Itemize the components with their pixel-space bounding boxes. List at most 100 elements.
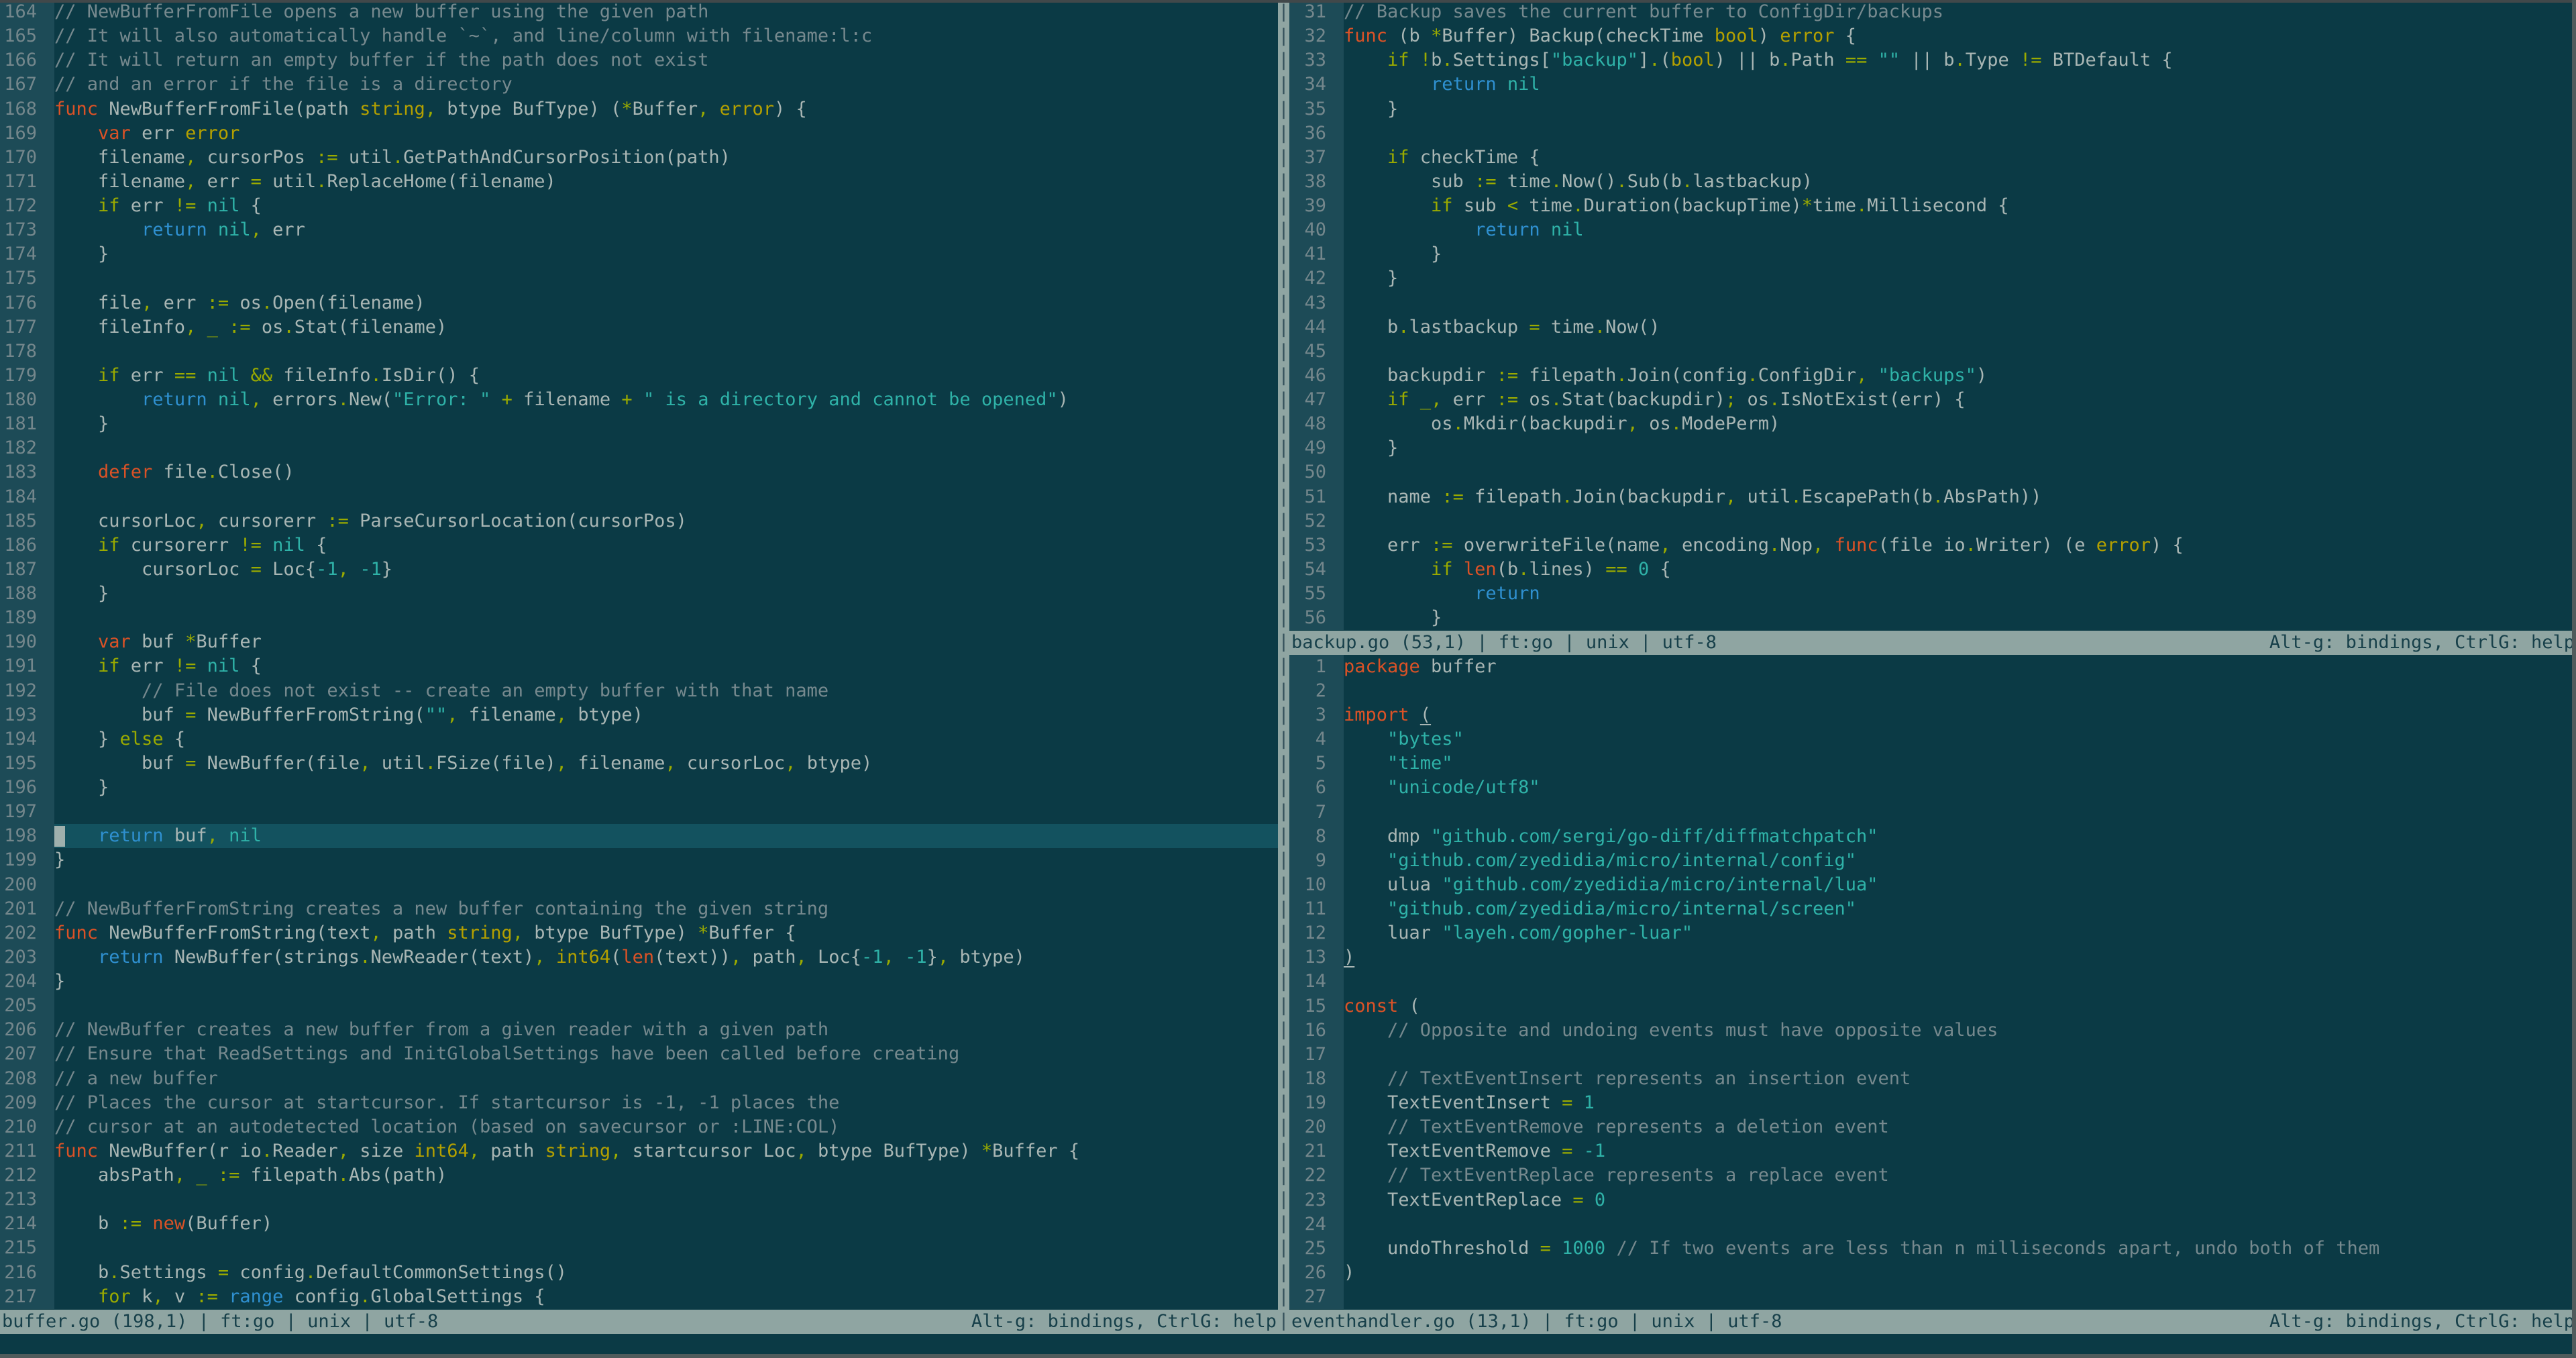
code-line[interactable]: 174 } — [0, 242, 1278, 267]
code-line[interactable]: 52 — [1289, 509, 2576, 533]
code-line[interactable]: 32 func (b *Buffer) Backup(checkTime bool… — [1289, 24, 2576, 49]
code-line[interactable]: 17 — [1289, 1042, 2576, 1067]
code-line[interactable]: 1 package buffer — [1289, 654, 2576, 679]
code-line[interactable]: 215 — [0, 1236, 1278, 1261]
code-line[interactable]: 20 // TextEventRemove represents a delet… — [1289, 1115, 2576, 1140]
code-line[interactable]: 184 — [0, 484, 1278, 509]
code-line[interactable]: 4 "bytes" — [1289, 727, 2576, 752]
code-line[interactable]: 34 return nil — [1289, 72, 2576, 97]
code-line[interactable]: 25 undoThreshold = 1000 // If two events… — [1289, 1236, 2576, 1261]
code-line[interactable]: 189 — [0, 606, 1278, 631]
editor-pane-buffer-go[interactable]: 164// NewBufferFromFile opens a new buff… — [0, 0, 1278, 1310]
code-line[interactable]: 177 fileInfo, _ := os.Stat(filename) — [0, 315, 1278, 340]
code-line[interactable]: 175 — [0, 266, 1278, 291]
code-line[interactable]: 37 if checkTime { — [1289, 145, 2576, 170]
code-line[interactable]: 199} — [0, 848, 1278, 873]
split-divider[interactable]: | | | | | | | | | | | | | | | | | | | | | | | | | | | | | | | | | | | | | | | |… — [1278, 0, 1289, 1334]
code-line[interactable]: 35 } — [1289, 97, 2576, 121]
code-line[interactable]: 6 "unicode/utf8" — [1289, 776, 2576, 800]
code-line[interactable]: 3 import ( — [1289, 703, 2576, 728]
code-line[interactable]: 51 name := filepath.Join(backupdir, util… — [1289, 484, 2576, 509]
code-line[interactable]: 48 os.Mkdir(backupdir, os.ModePerm) — [1289, 412, 2576, 437]
code-line[interactable]: 9 "github.com/zyedidia/micro/internal/co… — [1289, 848, 2576, 873]
code-line[interactable]: 193 buf = NewBufferFromString("", filena… — [0, 702, 1278, 727]
code-line[interactable]: 18 // TextEventInsert represents an inse… — [1289, 1066, 2576, 1092]
editor-pane-eventhandler-go[interactable]: 1 package buffer 2 3 import (4 "bytes" 5 "tim… — [1289, 654, 2576, 1310]
code-line[interactable]: 170 filename, cursorPos := util.GetPathA… — [0, 145, 1278, 170]
code-line[interactable]: 5 "time" — [1289, 751, 2576, 776]
code-line[interactable]: 27 — [1289, 1285, 2576, 1310]
code-line[interactable]: 47 if _, err := os.Stat(backupdir); os.I… — [1289, 388, 2576, 413]
code-line[interactable]: 38 sub := time.Now().Sub(b.lastbackup) — [1289, 169, 2576, 194]
code-line[interactable]: 211 func NewBuffer(r io.Reader, size int6… — [0, 1139, 1278, 1163]
code-line[interactable]: 188 } — [0, 582, 1278, 607]
code-line[interactable]: 202 func NewBufferFromString(text, path s… — [0, 921, 1278, 945]
code-line[interactable]: 22 // TextEventReplace represents a repl… — [1289, 1163, 2576, 1188]
code-line[interactable]: 13) — [1289, 945, 2576, 970]
code-line[interactable]: 185 cursorLoc, cursorerr := ParseCursorL… — [0, 509, 1278, 533]
code-line[interactable]: 212 absPath, _ := filepath.Abs(path) — [0, 1163, 1278, 1188]
code-line[interactable]: 169 var err error — [0, 121, 1278, 146]
code-line[interactable]: 205 — [0, 994, 1278, 1018]
code-line[interactable]: 206// NewBuffer creates a new buffer fro… — [0, 1018, 1278, 1043]
code-line[interactable]: 39 if sub < time.Duration(backupTime)*ti… — [1289, 194, 2576, 219]
code-line[interactable]: 210// cursor at an autodetected location… — [0, 1114, 1278, 1139]
code-line[interactable]: 165// It will also automatically handle … — [0, 24, 1278, 49]
code-line[interactable]: 40 return nil — [1289, 218, 2576, 243]
code-line[interactable]: 11 "github.com/zyedidia/micro/internal/s… — [1289, 897, 2576, 922]
code-line[interactable]: 171 filename, err = util.ReplaceHome(fil… — [0, 169, 1278, 194]
code-line[interactable]: 200 — [0, 872, 1278, 897]
code-line[interactable]: 12 luar "layeh.com/gopher-luar" — [1289, 921, 2576, 946]
code-line[interactable]: 183 defer file.Close() — [0, 460, 1278, 485]
code-line[interactable]: 203 return NewBuffer(strings.NewReader(t… — [0, 945, 1278, 970]
code-line[interactable]: 19 TextEventInsert = 1 — [1289, 1091, 2576, 1116]
code-line[interactable]: 217 for k, v := range config.GlobalSetti… — [0, 1284, 1278, 1309]
code-line[interactable]: 56 } — [1289, 606, 2576, 631]
code-line[interactable]: 49 } — [1289, 436, 2576, 461]
code-line[interactable]: 53 err := overwriteFile(name, encoding.N… — [1289, 533, 2576, 558]
code-line[interactable]: 2 — [1289, 678, 2576, 704]
code-line[interactable]: 173 return nil, err — [0, 218, 1278, 243]
code-line[interactable]: 213 — [0, 1188, 1278, 1212]
code-line[interactable]: 187 cursorLoc = Loc{-1, -1} — [0, 557, 1278, 582]
code-line[interactable]: 41 } — [1289, 242, 2576, 267]
code-line[interactable]: 168 func NewBufferFromFile(path string, b… — [0, 97, 1278, 121]
code-line[interactable]: 192 // File does not exist -- create an … — [0, 678, 1278, 703]
code-line[interactable]: 15 const ( — [1289, 994, 2576, 1018]
code-line[interactable]: 186 if cursorerr != nil { — [0, 533, 1278, 558]
code-line[interactable]: 54 if len(b.lines) == 0 { — [1289, 557, 2576, 582]
code-line[interactable]: 195 buf = NewBuffer(file, util.FSize(fil… — [0, 751, 1278, 776]
code-line[interactable]: 14 — [1289, 970, 2576, 994]
code-line[interactable]: 181 } — [0, 412, 1278, 437]
code-line[interactable]: 204} — [0, 970, 1278, 994]
code-line[interactable]: 190 var buf *Buffer — [0, 630, 1278, 655]
code-line[interactable]: 196 } — [0, 776, 1278, 800]
code-line[interactable]: 166// It will return an empty buffer if … — [0, 48, 1278, 73]
code-line[interactable]: 208// a new buffer — [0, 1066, 1278, 1091]
code-line[interactable]: 198 return buf, nil — [0, 824, 1278, 849]
code-line[interactable]: 45 — [1289, 339, 2576, 364]
code-line[interactable]: 207// Ensure that ReadSettings and InitG… — [0, 1042, 1278, 1067]
code-line[interactable]: 172 if err != nil { — [0, 194, 1278, 219]
code-line[interactable]: 16 // Opposite and undoing events must h… — [1289, 1018, 2576, 1043]
code-line[interactable]: 167// and an error if the file is a dire… — [0, 72, 1278, 97]
code-line[interactable]: 178 — [0, 339, 1278, 364]
code-line[interactable]: 42 } — [1289, 266, 2576, 291]
code-line[interactable]: 26) — [1289, 1260, 2576, 1286]
code-line[interactable]: 191 if err != nil { — [0, 654, 1278, 679]
code-line[interactable]: 201// NewBufferFromString creates a new … — [0, 896, 1278, 921]
code-line[interactable]: 23 TextEventReplace = 0 — [1289, 1188, 2576, 1212]
code-line[interactable]: 194 } else { — [0, 727, 1278, 751]
code-line[interactable]: 8 dmp "github.com/sergi/go-diff/diffmatc… — [1289, 824, 2576, 849]
code-line[interactable]: 176 file, err := os.Open(filename) — [0, 291, 1278, 315]
code-line[interactable]: 180 return nil, errors.New("Error: " + f… — [0, 388, 1278, 413]
code-line[interactable]: 179 if err == nil && fileInfo.IsDir() { — [0, 363, 1278, 388]
code-line[interactable]: 33 if !b.Settings["backup"].(bool) || b.… — [1289, 48, 2576, 73]
code-line[interactable]: 216 b.Settings = config.DefaultCommonSet… — [0, 1260, 1278, 1285]
code-line[interactable]: 36 — [1289, 121, 2576, 146]
code-line[interactable]: 46 backupdir := filepath.Join(config.Con… — [1289, 363, 2576, 388]
code-line[interactable]: 182 — [0, 436, 1278, 461]
code-line[interactable]: 209// Places the cursor at startcursor. … — [0, 1090, 1278, 1115]
editor-pane-backup-go[interactable]: 31// Backup saves the current buffer to … — [1289, 0, 2576, 631]
code-line[interactable]: 55 return — [1289, 582, 2576, 607]
